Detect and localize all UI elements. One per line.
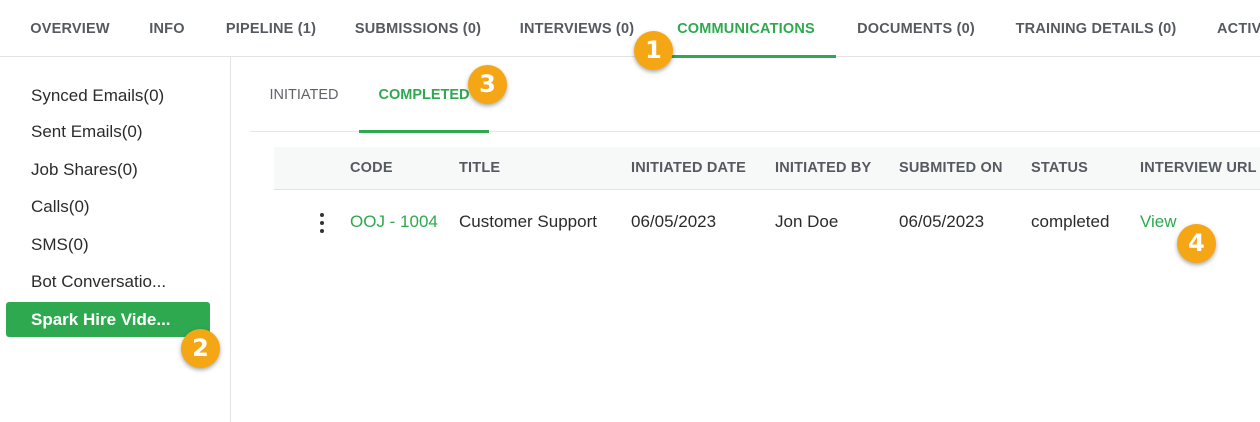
tab-documents[interactable]: DOCUMENTS (0) [848,0,984,57]
tab-training-details[interactable]: TRAINING DETAILS (0) [1006,0,1186,57]
sidebar-item-synced-emails[interactable]: Synced Emails(0) [31,83,164,109]
column-header-initiated-by: INITIATED BY [775,160,872,176]
subtab-initiated[interactable]: INITIATED [258,57,350,132]
row-actions-kebab-icon[interactable] [316,212,328,234]
tab-pipeline[interactable]: PIPELINE (1) [216,0,326,57]
sidebar-item-bot-conversations[interactable]: Bot Conversatio... [31,269,166,295]
tab-submissions[interactable]: SUBMISSIONS (0) [345,0,491,57]
row-interview-url-view-link[interactable]: View [1140,200,1177,244]
table-row: OOJ - 1004 Customer Support 06/05/2023 J… [274,200,1260,244]
callout-badge-1: 1 [634,31,673,70]
column-header-initiated-date: INITIATED DATE [631,160,747,176]
column-header-interview-url: INTERVIEW URL [1140,160,1257,176]
row-initiated-by: Jon Doe [775,212,839,231]
column-header-status: STATUS [1031,160,1089,176]
sidebar-item-calls[interactable]: Calls(0) [31,194,90,220]
table-header: CODE TITLE INITIATED DATE INITIATED BY S… [274,147,1260,190]
column-header-code: CODE [350,160,393,176]
callout-badge-2: 2 [181,329,220,368]
main-tab-bar: OVERVIEW INFO PIPELINE (1) SUBMISSIONS (… [0,0,1260,58]
row-title: Customer Support [459,212,597,231]
sidebar-item-spark-hire-video[interactable]: Spark Hire Vide... [6,302,210,337]
sidebar-item-sms[interactable]: SMS(0) [31,232,89,258]
tab-activities[interactable]: ACTIV [1203,0,1260,57]
row-code-link[interactable]: OOJ - 1004 [350,200,438,244]
tab-interviews[interactable]: INTERVIEWS (0) [511,0,643,57]
subtab-completed[interactable]: COMPLETED [359,57,489,133]
sidebar-item-sent-emails[interactable]: Sent Emails(0) [31,119,142,145]
tab-info[interactable]: INFO [140,0,194,57]
column-header-submitted-on: SUBMITED ON [899,160,1003,176]
sidebar-item-job-shares[interactable]: Job Shares(0) [31,157,138,183]
tab-overview[interactable]: OVERVIEW [18,0,122,57]
row-initiated-date: 06/05/2023 [631,212,717,231]
column-header-title: TITLE [459,160,501,176]
callout-badge-4: 4 [1177,224,1216,263]
tab-communications[interactable]: COMMUNICATIONS [656,0,836,58]
row-submitted-on: 06/05/2023 [899,212,985,231]
sub-tab-bar: INITIATED COMPLETED [250,57,1260,133]
callout-badge-3: 3 [468,65,507,104]
row-status: completed [1031,212,1110,231]
